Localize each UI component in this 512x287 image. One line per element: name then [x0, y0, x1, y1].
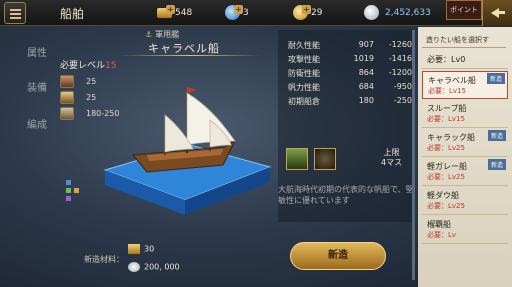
stat-row: 攻撃性能 1019 -1416	[288, 54, 412, 64]
required-level: 必要レベル15	[60, 61, 117, 71]
crew-icon	[60, 91, 74, 104]
stat-row: 防衛性能 864 -1200	[288, 68, 412, 78]
resource-potions[interactable]: +3	[225, 4, 249, 22]
resource-coins[interactable]: +29	[293, 4, 322, 22]
ship-illustration	[95, 75, 275, 245]
divider	[120, 55, 260, 56]
resource-bars-value: 548	[175, 8, 193, 18]
cost-gold-bars: 30	[128, 244, 154, 254]
top-bar: 船舶 +548 +3 +29 2,452,633 ポイント	[0, 0, 512, 26]
list-item[interactable]: 榴覇船 必要：Lv	[422, 216, 508, 244]
resource-silver[interactable]: 2,452,633	[364, 4, 431, 22]
skill-slot-icon[interactable]	[286, 148, 308, 170]
list-item[interactable]: キャラック船 必要：Lv25 新造	[422, 129, 508, 157]
status-badge: 新造	[486, 73, 505, 84]
menu-icon[interactable]	[4, 2, 26, 24]
status-badge: 新造	[487, 159, 506, 170]
ship-name: キャラベル船	[148, 42, 220, 55]
materials-label: 新造材料：	[84, 255, 124, 264]
scrollbar[interactable]	[412, 30, 415, 280]
cannon-icon[interactable]	[314, 148, 336, 170]
ship-list: 造りたい船を選択す 必要：Lv0 キャラベル船 必要：Lv15 新造 スループ船…	[418, 27, 512, 287]
stat-row: 初期船倉 180 -250	[288, 96, 412, 106]
list-item[interactable]: 軽ダウ船 必要：Lv25	[422, 187, 508, 215]
build-button[interactable]: 新造	[290, 242, 386, 270]
requirement-row: 25	[60, 75, 96, 88]
point-tab[interactable]: ポイント	[446, 0, 482, 20]
resource-coins-value: 29	[311, 8, 323, 18]
color-swatch[interactable]	[66, 196, 71, 201]
ship-description: 大航海時代初期の代表的な帆船で、堅敏性に優れています	[278, 185, 414, 205]
captain-portrait-icon	[60, 75, 74, 88]
list-item[interactable]: キャラベル船 必要：Lv15 新造	[422, 71, 508, 99]
sidebar-item-attributes[interactable]: 属性	[27, 44, 47, 59]
status-badge: 新造	[487, 130, 506, 141]
anchor-icon: ⚓	[145, 30, 153, 39]
color-swatch[interactable]	[74, 188, 79, 193]
resource-silver-value: 2,452,633	[385, 8, 431, 18]
page-title: 船舶	[60, 7, 85, 21]
ship-list-heading: 造りたい船を選択す	[426, 36, 489, 44]
ship-category: ⚓ 軍用艦	[145, 30, 180, 39]
stat-row: 帆力性能 684 -950	[288, 82, 412, 92]
requirement-row: 25	[60, 91, 96, 104]
caravel-ship-icon	[103, 87, 272, 215]
list-item[interactable]: 必要：Lv0	[422, 51, 508, 69]
resource-bars[interactable]: +548	[157, 4, 192, 22]
list-item[interactable]: 軽ガレー船 必要：Lv25 新造	[422, 158, 508, 186]
sidebar-item-equipment[interactable]: 装備	[27, 79, 47, 94]
required-level-value: 15	[105, 61, 117, 71]
upper-limit: 上限 4マス	[381, 148, 403, 167]
cargo-icon	[60, 107, 74, 120]
color-swatch[interactable]	[66, 180, 71, 185]
cost-silver: 200, 000	[128, 262, 180, 272]
resource-potions-value: 3	[243, 8, 249, 18]
back-arrow-icon[interactable]	[482, 0, 512, 26]
silver-icon	[128, 262, 140, 272]
sidebar-item-formation[interactable]: 編成	[27, 116, 47, 131]
color-swatch[interactable]	[66, 188, 71, 193]
gold-bar-icon	[128, 244, 140, 254]
silver-icon	[364, 5, 379, 20]
list-item[interactable]: スループ船 必要：Lv15	[422, 100, 508, 128]
stat-row: 耐久性能 907 -1260	[288, 40, 412, 50]
